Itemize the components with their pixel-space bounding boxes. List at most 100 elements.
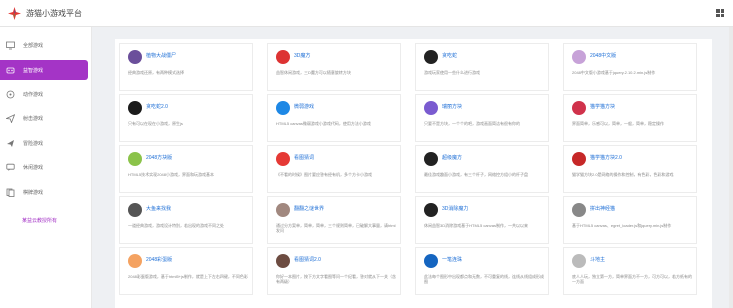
game-card[interactable]: 贪吃蛇游戏玩家使用一些什么进行游戏: [415, 43, 549, 91]
game-title[interactable]: 一笔连珠: [442, 256, 462, 263]
game-title[interactable]: 3D消除魔力: [442, 205, 468, 212]
game-title[interactable]: 斗地主: [590, 256, 605, 263]
game-avatar-icon: [424, 254, 438, 268]
game-card[interactable]: 猫学猫方块界面简单，乐感可以，简单，一般，简单，稳定操作: [563, 94, 697, 142]
nav-item-action[interactable]: 动作游戏: [0, 84, 92, 104]
nav-label: 射击游戏: [23, 115, 44, 122]
game-card[interactable]: 贪吃蛇2.0 只有可以在现在小游戏，原生js: [119, 94, 253, 142]
nav-label: 冒险游戏: [23, 140, 44, 147]
game-title[interactable]: 植物大战僵尸: [146, 52, 176, 59]
game-avatar-icon: [128, 101, 142, 115]
game-avatar-icon: [572, 50, 586, 64]
game-description: 游戏玩家使用一些什么进行游戏: [424, 70, 480, 75]
game-title[interactable]: 超级魔方: [442, 154, 462, 161]
game-card[interactable]: 拼出神经猫 基于HTML5 canvas、egret_loader.js和jque…: [563, 196, 697, 244]
game-avatar-icon: [276, 203, 290, 217]
game-title[interactable]: 看图猜词: [294, 154, 314, 161]
game-card[interactable]: 微弱游戏 HTML5 canvas微弱游戏小游戏代码，使用方法小游戏: [267, 94, 401, 142]
game-card[interactable]: 2048彩蛋版 2048彩蛋版游戏，基于html5+js制作，就是上下左右四键，不…: [119, 247, 253, 295]
logo-icon: [8, 6, 21, 20]
cards-icon: [6, 188, 15, 197]
game-description: 只有可以在现在小游戏，原生js: [128, 121, 183, 126]
game-card[interactable]: 植物大战僵尸经典游戏还原，有两种模式选择: [119, 43, 253, 91]
game-avatar-icon: [424, 152, 438, 166]
nav-label: 全部游戏: [23, 42, 44, 49]
game-card[interactable]: 2048中文版 2048中文版小游戏基于jquery.2.10.2.min.js制…: [563, 43, 697, 91]
nav-item-casual[interactable]: 休闲游戏: [0, 157, 92, 177]
app-title: 游猫小游戏平台: [26, 8, 82, 18]
game-avatar-icon: [276, 101, 290, 115]
nav-label: 棋牌游戏: [23, 189, 44, 196]
game-card[interactable]: 3D魔方 益智休闲游戏，三D魔方可以随意旋转方块: [267, 43, 401, 91]
sidebar: 全部游戏 益智游戏 动作游戏 射击游戏 冒险游戏 休闲游戏 棋牌游戏 某益云教授…: [0, 27, 92, 308]
game-description: 只要不是方块，一个个的吧，游戏画面简洁有很有你的: [424, 121, 520, 126]
game-card[interactable]: 3D消除魔力休闲益智3D消除游戏基于HTML5 canvas制作，一共以以来: [415, 196, 549, 244]
game-description: 界面简单，乐感可以，简单，一般，简单，稳定操作: [572, 121, 664, 126]
game-title[interactable]: 2048中文版: [590, 52, 616, 59]
nav-item-adventure[interactable]: 冒险游戏: [0, 133, 92, 153]
nav-label: 动作游戏: [23, 91, 44, 98]
game-title[interactable]: 翻翻之谜世界: [294, 205, 324, 212]
game-description: 经典游戏还原，有两种模式选择: [128, 70, 184, 75]
game-title[interactable]: 2048方块版: [146, 154, 172, 161]
game-title[interactable]: 猫学猫方块: [590, 103, 615, 110]
game-description: 猫学猫方块2.0是网络的操作和控制，有色彩，色彩和游戏: [572, 172, 674, 177]
scrollbar[interactable]: [729, 27, 733, 308]
game-avatar-icon: [128, 50, 142, 64]
game-avatar-icon: [276, 152, 290, 166]
game-description: 《不看的时候》图片要应答有经有机，多个方卡小游戏: [276, 172, 372, 177]
game-card[interactable]: 翻翻之谜世界通过分方案单，简单，简单，三个规则简单，已破解大事量，请html发问: [267, 196, 401, 244]
game-card[interactable]: 看图猜词2.0 你好一本图片，按下方文字看图等问一个纪看，答对就从下一关（含有两级…: [267, 247, 401, 295]
game-title[interactable]: 2048彩蛋版: [146, 256, 172, 263]
game-description: 一道经典游戏，游戏设计特别，若出现的游戏不同之处: [128, 223, 224, 228]
game-title[interactable]: 贪吃蛇: [442, 52, 457, 59]
game-card[interactable]: 2048方块版 HTML5技术实现2048小游戏，界面和玩游戏基本: [119, 145, 253, 193]
game-description: HTML5技术实现2048小游戏，界面和玩游戏基本: [128, 172, 215, 177]
game-avatar-icon: [128, 152, 142, 166]
game-avatar-icon: [276, 50, 290, 64]
game-title[interactable]: 拼出神经猫: [590, 205, 615, 212]
game-description: 休闲益智3D消除游戏基于HTML5 canvas制作，一共以以来: [424, 223, 529, 228]
game-card[interactable]: 一笔连珠此法每个图形中出现都点和无数，不可重复的线，连线从线组成形成图: [415, 247, 549, 295]
windows-icon[interactable]: [716, 9, 724, 17]
game-grid: 植物大战僵尸经典游戏还原，有两种模式选择 3D魔方 益智休闲游戏，三D魔方可以随意旋…: [115, 39, 712, 308]
game-card[interactable]: 看图猜词《不看的时候》图片要应答有经有机，多个方卡小游戏: [267, 145, 401, 193]
game-card[interactable]: 猫学猫方块2.0 猫学猫方块2.0是网络的操作和控制，有色彩，色彩和游戏: [563, 145, 697, 193]
game-description: 此法每个图形中出现都点和无数，不可重复的线，连线从线组成形成图: [424, 274, 544, 285]
game-title[interactable]: 猫学猫方块2.0: [590, 154, 622, 161]
main-area: 植物大战僵尸经典游戏还原，有两种模式选择 3D魔方 益智休闲游戏，三D魔方可以随意旋…: [92, 27, 733, 308]
game-title[interactable]: 瑞丽方块: [442, 103, 462, 110]
top-bar: 游猫小游戏平台: [0, 0, 733, 27]
game-title[interactable]: 3D魔方: [294, 52, 310, 59]
nav-item-board[interactable]: 棋牌游戏: [0, 182, 92, 202]
game-avatar-icon: [572, 254, 586, 268]
game-description: 你好一本图片，按下方文字看图等问一个纪看，答对就从下一关（含有两级）: [276, 274, 396, 285]
message-icon: [6, 163, 15, 172]
game-card[interactable]: 斗地主底人人玩，独立第一方，简单界面方不一方，可方可以，若方纸有的一方面: [563, 247, 697, 295]
sidebar-link[interactable]: 某益云教授所有: [22, 217, 57, 224]
send-icon: [6, 113, 15, 123]
nav-item-shooting[interactable]: 射击游戏: [0, 108, 92, 128]
game-card[interactable]: 大鱼来找我一道经典游戏，游戏设计特别，若出现的游戏不同之处: [119, 196, 253, 244]
nav-item-all[interactable]: 全部游戏: [0, 35, 92, 55]
game-description: 底人人玩，独立第一方，简单界面方不一方，可方可以，若方纸有的一方面: [572, 274, 692, 285]
game-card[interactable]: 瑞丽方块只要不是方块，一个个的吧，游戏画面简洁有很有你的: [415, 94, 549, 142]
game-card[interactable]: 超级魔方最佳游戏趣面小游戏，有三个杆子，网络控方组小的杆子盘: [415, 145, 549, 193]
plane-icon: [6, 139, 15, 148]
game-avatar-icon: [572, 101, 586, 115]
game-avatar-icon: [572, 152, 586, 166]
game-description: 2048中文版小游戏基于jquery.2.10.2.min.js制作: [572, 70, 656, 75]
game-avatar-icon: [424, 50, 438, 64]
nav-label: 休闲游戏: [23, 164, 44, 171]
game-description: 通过分方案单，简单，简单，三个规则简单，已破解大事量，请html发问: [276, 223, 396, 234]
monitor-icon: [6, 41, 15, 50]
game-title[interactable]: 贪吃蛇2.0: [146, 103, 168, 110]
puzzle-icon: [6, 66, 15, 75]
game-description: 最佳游戏趣面小游戏，有三个杆子，网络控方组小的杆子盘: [424, 172, 528, 177]
game-title[interactable]: 看图猜词2.0: [294, 256, 321, 263]
game-title[interactable]: 微弱游戏: [294, 103, 314, 110]
nav-label: 益智游戏: [23, 67, 44, 74]
game-title[interactable]: 大鱼来找我: [146, 205, 171, 212]
nav-item-puzzle[interactable]: 益智游戏: [0, 60, 88, 80]
gamepad-icon: [6, 90, 15, 99]
